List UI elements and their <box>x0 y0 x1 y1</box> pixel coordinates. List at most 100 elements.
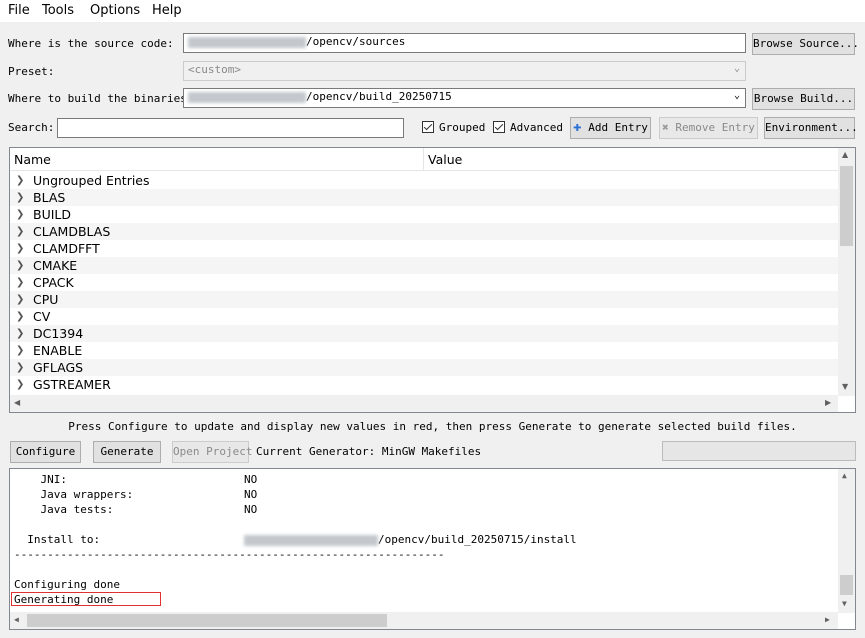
tree-row-label: CLAMDBLAS <box>33 224 111 239</box>
chevron-right-icon[interactable]: ❯ <box>16 294 24 305</box>
menu-tools[interactable]: Tools <box>42 3 74 18</box>
environment-button[interactable]: Environment... <box>764 117 858 139</box>
cache-entries-tree[interactable]: Name Value ❯ Ungrouped Entries ❯ BLAS ❯ BUILD… <box>9 147 856 413</box>
preset-select[interactable]: <custom> ⌄ <box>183 61 746 81</box>
open-project-button[interactable]: Open Project <box>172 441 252 463</box>
tree-header: Name Value <box>10 148 838 171</box>
source-path-field[interactable]: /opencv/sources <box>183 33 746 53</box>
scroll-up-arrow[interactable]: ▲ <box>842 471 847 480</box>
chevron-right-icon[interactable]: ❯ <box>16 226 24 237</box>
tree-row[interactable]: ❯ CV <box>10 308 838 325</box>
output-log[interactable]: JNI: NO Java wrappers: NO Java tests: NO… <box>9 468 856 630</box>
tree-vertical-scrollbar[interactable]: ▲ ▼ <box>838 148 855 396</box>
chevron-right-icon[interactable]: ❯ <box>16 345 24 356</box>
source-label: Where is the source code: <box>8 37 174 50</box>
current-generator-text: Current Generator: MinGW Makefiles <box>256 445 482 458</box>
chevron-down-icon[interactable]: ⌄ <box>734 90 740 101</box>
advanced-checkbox[interactable] <box>493 121 505 133</box>
tree-row[interactable]: ❯ GSTREAMER <box>10 376 838 393</box>
chevron-right-icon[interactable]: ❯ <box>16 260 24 271</box>
chevron-right-icon[interactable]: ❯ <box>16 277 24 288</box>
menu-options[interactable]: Options <box>90 3 140 18</box>
chevron-right-icon[interactable]: ❯ <box>16 209 24 220</box>
menu-help[interactable]: Help <box>152 3 182 18</box>
scroll-thumb[interactable] <box>27 614 387 627</box>
tree-row-label: DC1394 <box>33 326 84 341</box>
highlight-box <box>11 592 161 606</box>
chevron-right-icon[interactable]: ❯ <box>16 328 24 339</box>
log-line: Configuring done <box>14 578 120 591</box>
tree-row[interactable]: ❯ DC1394 <box>10 325 838 342</box>
log-install-path: /opencv/build_20250715/install <box>244 533 577 546</box>
tree-row[interactable]: ❯ CLAMDFFT <box>10 240 838 257</box>
tree-row[interactable]: ❯ CLAMDBLAS <box>10 223 838 240</box>
chevron-right-icon[interactable]: ❯ <box>16 379 24 390</box>
chevron-right-icon[interactable]: ❯ <box>16 362 24 373</box>
search-input[interactable] <box>57 118 404 138</box>
redacted-path <box>244 534 378 546</box>
scroll-right-arrow[interactable]: ▶ <box>825 615 830 624</box>
menu-bar: File Tools Options Help <box>0 0 865 22</box>
tree-row[interactable]: ❯ CPU <box>10 291 838 308</box>
tree-row[interactable]: ❯ BLAS <box>10 189 838 206</box>
scroll-down-arrow[interactable]: ▼ <box>842 599 847 608</box>
grouped-checkbox[interactable] <box>422 121 434 133</box>
tree-row[interactable]: ❯ GFLAGS <box>10 359 838 376</box>
chevron-right-icon[interactable]: ❯ <box>16 175 24 186</box>
output-vertical-scrollbar[interactable]: ▲ ▼ <box>838 469 855 613</box>
tree-row-label: CV <box>33 309 51 324</box>
tree-row[interactable]: ❯ ENABLE <box>10 342 838 359</box>
scroll-left-arrow[interactable]: ◀ <box>14 615 19 624</box>
output-horizontal-scrollbar[interactable]: ◀ ▶ <box>10 612 838 629</box>
remove-entry-button[interactable]: ✖ Remove Entry <box>659 117 758 139</box>
scroll-thumb[interactable] <box>840 575 853 595</box>
tree-row-label: CPU <box>33 292 59 307</box>
scroll-thumb[interactable] <box>840 166 853 246</box>
chevron-right-icon[interactable]: ❯ <box>16 243 24 254</box>
tree-row-label: GFLAGS <box>33 360 84 375</box>
log-line: Java tests: <box>14 503 114 516</box>
plus-icon: ✚ <box>573 119 582 135</box>
log-line: Java wrappers: <box>14 488 134 501</box>
preset-value: <custom> <box>188 63 241 76</box>
tree-row-label: Ungrouped Entries <box>33 173 150 188</box>
redacted-path <box>188 91 306 103</box>
column-divider <box>423 148 424 170</box>
remove-icon: ✖ <box>662 121 669 134</box>
browse-build-button[interactable]: Browse Build... <box>752 88 855 110</box>
binaries-path-suffix: /opencv/build_20250715 <box>306 90 452 103</box>
scroll-left-arrow[interactable]: ◀ <box>14 398 20 407</box>
preset-label: Preset: <box>8 65 55 78</box>
log-line: Install to: <box>14 533 101 546</box>
configure-button[interactable]: Configure <box>10 441 81 463</box>
menu-file[interactable]: File <box>8 3 30 18</box>
tree-row-label: CPACK <box>33 275 74 290</box>
search-label: Search: <box>8 121 55 134</box>
tree-row[interactable]: ❯ CMAKE <box>10 257 838 274</box>
progress-bar <box>662 441 856 461</box>
tree-row[interactable]: ❯ Ungrouped Entries <box>10 172 838 189</box>
scroll-up-arrow[interactable]: ▲ <box>842 150 848 159</box>
redacted-path <box>188 36 306 48</box>
binaries-path-combo[interactable]: /opencv/build_20250715 ⌄ <box>183 88 746 108</box>
log-value: NO <box>244 473 258 486</box>
chevron-right-icon[interactable]: ❯ <box>16 192 24 203</box>
tree-horizontal-scrollbar[interactable]: ◀ ▶ <box>10 395 838 412</box>
hint-text: Press Configure to update and display ne… <box>68 420 797 433</box>
tree-row[interactable]: ❯ CPACK <box>10 274 838 291</box>
log-value: NO <box>244 503 258 516</box>
generate-button[interactable]: Generate <box>93 441 161 463</box>
add-entry-button[interactable]: ✚ Add Entry <box>570 117 651 139</box>
scroll-right-arrow[interactable]: ▶ <box>825 398 831 407</box>
advanced-label: Advanced <box>510 121 563 134</box>
chevron-right-icon[interactable]: ❯ <box>16 311 24 322</box>
tree-row[interactable]: ❯ BUILD <box>10 206 838 223</box>
add-entry-label: Add Entry <box>588 121 648 134</box>
browse-source-button[interactable]: Browse Source... <box>752 33 859 55</box>
remove-entry-label: Remove Entry <box>675 121 755 134</box>
column-name-header[interactable]: Name <box>14 152 51 167</box>
column-value-header[interactable]: Value <box>428 152 462 167</box>
source-path-suffix: /opencv/sources <box>306 35 406 48</box>
scroll-down-arrow[interactable]: ▼ <box>842 382 848 391</box>
tree-row-label: BUILD <box>33 207 72 222</box>
